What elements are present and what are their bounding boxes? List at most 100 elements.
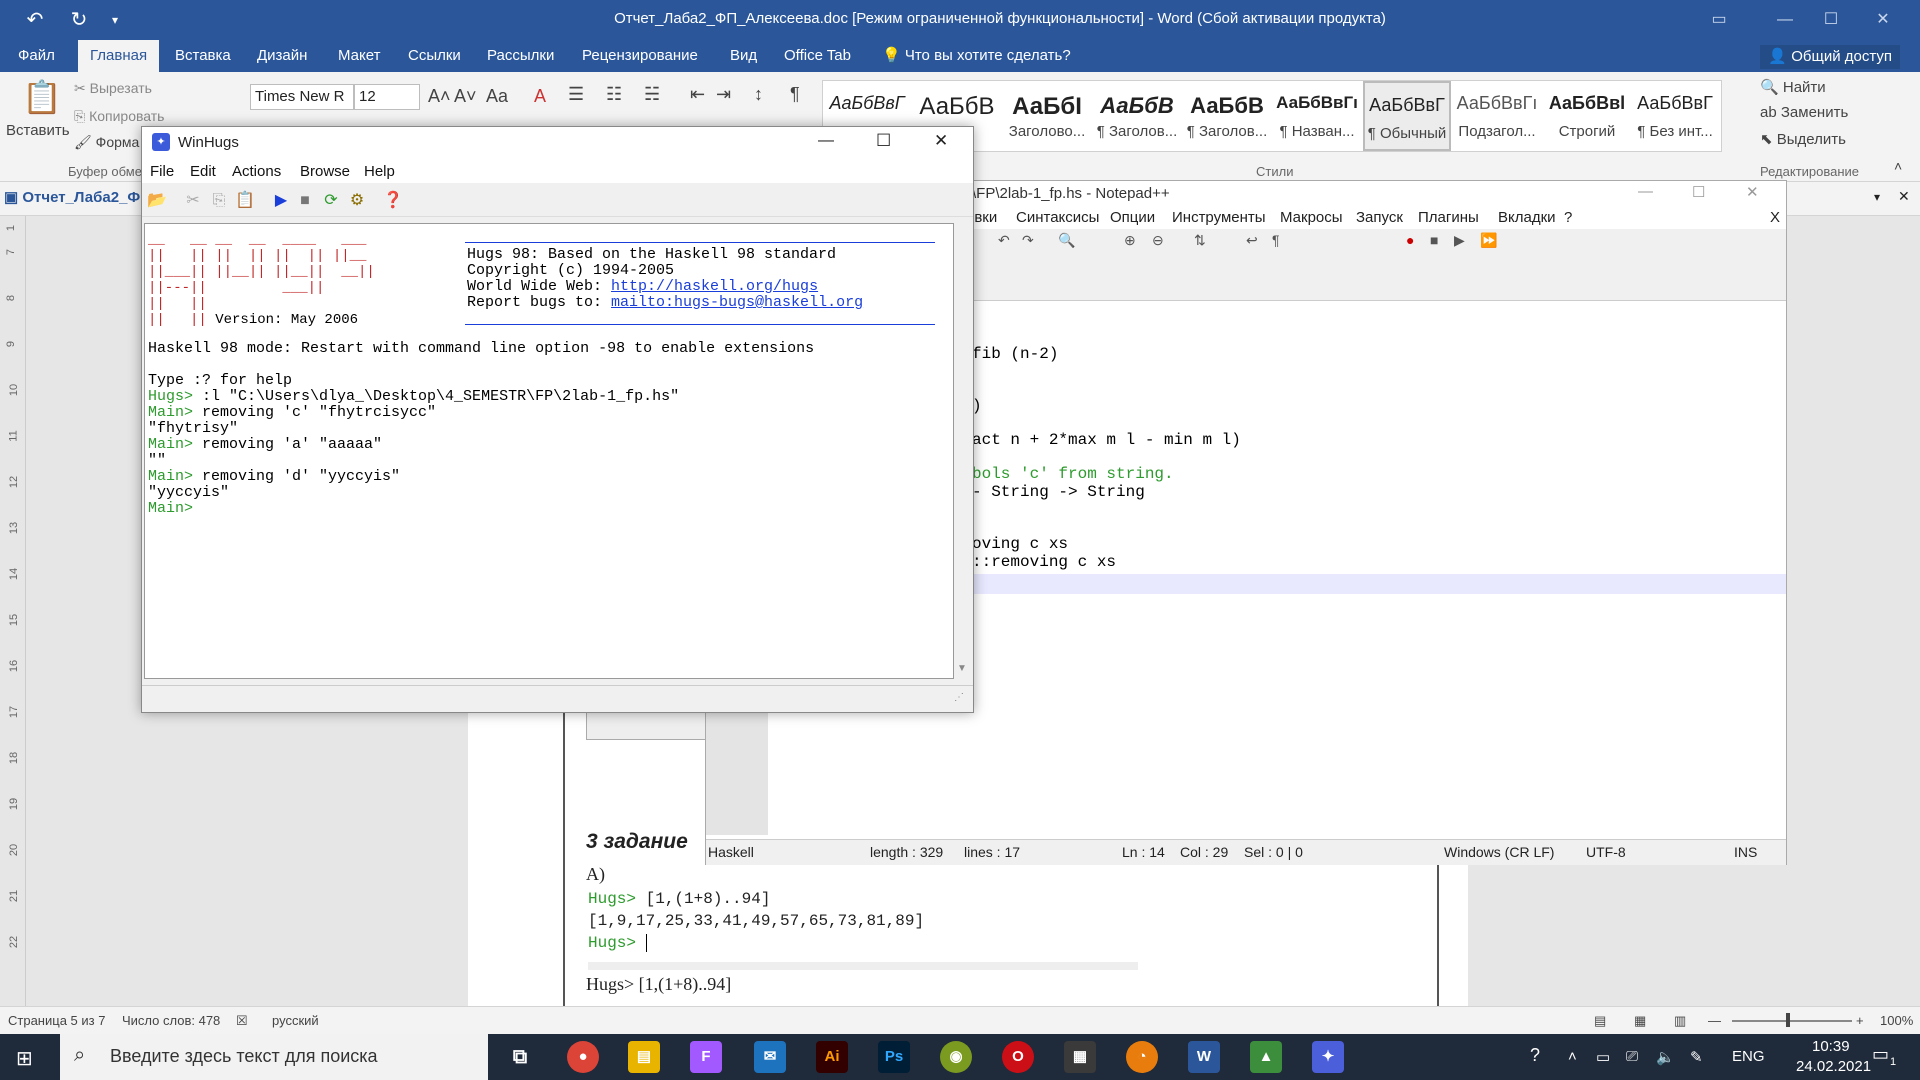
shrink-font-icon[interactable]: A˅: [454, 86, 477, 107]
www-link[interactable]: http://haskell.org/hugs: [611, 278, 818, 295]
figma-icon[interactable]: F: [690, 1041, 722, 1073]
task-view-icon[interactable]: ⧉: [504, 1041, 536, 1073]
volume-icon[interactable]: 🔈: [1656, 1048, 1675, 1066]
zoom-out-icon[interactable]: —: [1708, 1013, 1721, 1028]
tab-mailings[interactable]: Рассылки: [475, 40, 566, 72]
word-count[interactable]: Число слов: 478: [122, 1013, 220, 1028]
tab-view[interactable]: Вид: [718, 40, 769, 72]
pilcrow-icon[interactable]: ¶: [790, 84, 800, 105]
minimize-icon[interactable]: —: [1638, 183, 1653, 200]
opera-icon[interactable]: O: [1002, 1041, 1034, 1073]
decrease-indent-icon[interactable]: ⇤: [690, 84, 705, 105]
clock-date[interactable]: 24.02.2021: [1796, 1058, 1871, 1075]
hugs-console[interactable]: __ __ __ __ ____ ___ || || || || || || |…: [144, 223, 954, 679]
replace-button[interactable]: ab Заменить: [1760, 104, 1848, 121]
tab-references[interactable]: Ссылки: [396, 40, 473, 72]
copy-button[interactable]: ⎘ Копировать: [74, 108, 164, 125]
cut-button[interactable]: ✂ Вырезать: [74, 80, 152, 97]
reload-icon[interactable]: ⟳: [320, 190, 342, 212]
menu-run[interactable]: Запуск: [1356, 209, 1403, 226]
battery-icon[interactable]: ▭: [1596, 1048, 1610, 1066]
font-name-select[interactable]: Times New R: [250, 84, 354, 110]
minimize-icon[interactable]: —: [818, 132, 834, 150]
tab-insert[interactable]: Вставка: [163, 40, 243, 72]
open-folder-icon[interactable]: 📂: [146, 190, 168, 212]
tab-design[interactable]: Дизайн: [245, 40, 319, 72]
zoom-level[interactable]: 100%: [1880, 1013, 1913, 1028]
minimize-icon[interactable]: —: [1762, 0, 1808, 40]
code-line[interactable]: ::removing c xs: [972, 553, 1116, 571]
style-item[interactable]: АаБбВвГı ¶ Назван...: [1273, 81, 1361, 151]
paste-icon[interactable]: 📋: [22, 78, 62, 116]
style-item[interactable]: АаБбВ ¶ Заголов...: [1183, 81, 1271, 151]
code-line[interactable]: act n + 2*max m l - min m l): [972, 431, 1241, 449]
maximize-icon[interactable]: ☐: [1808, 0, 1854, 40]
menu-help[interactable]: Help: [364, 163, 395, 180]
tab-review[interactable]: Рецензирование: [570, 40, 710, 72]
zoom-in-icon[interactable]: ⊕: [1124, 232, 1136, 249]
menu-plugins[interactable]: Плагины: [1418, 209, 1479, 226]
menu-syntax[interactable]: Синтаксисы: [1016, 209, 1099, 226]
tab-file[interactable]: Файл: [6, 40, 67, 72]
menu-options[interactable]: Опции: [1110, 209, 1155, 226]
bugs-link[interactable]: mailto:hugs-bugs@haskell.org: [611, 294, 863, 311]
show-all-chars-icon[interactable]: ¶: [1272, 232, 1280, 248]
change-case-icon[interactable]: Aa: [486, 86, 508, 107]
tab-list-icon[interactable]: ▾: [1874, 190, 1880, 204]
menu-browse[interactable]: Browse: [300, 163, 350, 180]
menu-tools[interactable]: Инструменты: [1172, 209, 1266, 226]
tab-home[interactable]: Главная: [78, 40, 160, 72]
help-icon[interactable]: ❓: [382, 190, 404, 212]
pen-icon[interactable]: ✎: [1690, 1048, 1703, 1066]
document-tab[interactable]: ▣ Отчет_Лаба2_Ф: [4, 188, 144, 212]
redo-icon[interactable]: ↷: [1022, 232, 1034, 249]
wrap-icon[interactable]: ↩: [1246, 232, 1258, 249]
maximize-icon[interactable]: ☐: [876, 131, 891, 151]
run-icon[interactable]: ▶: [270, 190, 292, 212]
copy-icon[interactable]: ⎘: [208, 190, 230, 212]
menu-actions[interactable]: Actions: [232, 163, 281, 180]
select-button[interactable]: ⬉ Выделить: [1760, 130, 1846, 148]
calculator-icon[interactable]: ▦: [1064, 1041, 1096, 1073]
style-item[interactable]: АаБбВвl Строгий: [1543, 81, 1631, 151]
style-item[interactable]: АаБбI Заголово...: [1003, 81, 1091, 151]
network-icon[interactable]: ⎚: [1626, 1048, 1638, 1065]
record-macro-icon[interactable]: ●: [1406, 232, 1414, 248]
menu-edit[interactable]: Edit: [190, 163, 216, 180]
menu-file[interactable]: File: [150, 163, 174, 180]
sort-icon[interactable]: ↕: [754, 84, 763, 105]
font-size-select[interactable]: 12: [354, 84, 420, 110]
code-line[interactable]: - String -> String: [972, 483, 1145, 501]
cut-icon[interactable]: ✂: [182, 190, 204, 212]
grow-font-icon[interactable]: A˄: [428, 86, 451, 107]
code-comment[interactable]: bols 'c' from string.: [972, 465, 1174, 483]
windows-start-icon[interactable]: ⊞: [16, 1046, 33, 1071]
winhugs-taskbar-icon[interactable]: ✦: [1312, 1041, 1344, 1073]
illustrator-icon[interactable]: Ai: [816, 1041, 848, 1073]
menu-help[interactable]: ?: [1564, 209, 1572, 226]
zoom-in-icon[interactable]: +: [1856, 1013, 1864, 1028]
paste-button[interactable]: Вставить: [6, 122, 70, 139]
stop-icon[interactable]: ■: [294, 190, 316, 212]
format-painter-button[interactable]: 🖌 Форма: [74, 134, 139, 151]
close-icon[interactable]: ✕: [1746, 183, 1759, 201]
notifications-icon[interactable]: ▭: [1872, 1044, 1889, 1065]
zoom-slider-thumb[interactable]: [1786, 1013, 1790, 1027]
close-doc-x[interactable]: X: [1770, 209, 1780, 226]
mail-icon[interactable]: ✉: [754, 1041, 786, 1073]
proofing-icon[interactable]: ☒: [236, 1013, 248, 1029]
help-tray-icon[interactable]: ?: [1530, 1045, 1540, 1066]
console-scrollbar[interactable]: ▼: [954, 223, 972, 679]
photoshop-icon[interactable]: Ps: [878, 1041, 910, 1073]
maximize-icon[interactable]: ☐: [1692, 183, 1705, 201]
read-mode-icon[interactable]: ▤: [1594, 1013, 1606, 1029]
tab-layout[interactable]: Макет: [326, 40, 392, 72]
stop-macro-icon[interactable]: ■: [1430, 232, 1438, 248]
clear-formatting-icon[interactable]: A: [534, 86, 546, 107]
clock-time[interactable]: 10:39: [1812, 1038, 1850, 1055]
close-icon[interactable]: ✕: [1860, 0, 1906, 40]
zoom-out-icon[interactable]: ⊖: [1152, 232, 1164, 249]
menu-tabs[interactable]: Вкладки: [1498, 209, 1556, 226]
zoom-slider[interactable]: [1732, 1020, 1852, 1022]
run-macro-multiple-icon[interactable]: ⏩: [1480, 232, 1497, 249]
